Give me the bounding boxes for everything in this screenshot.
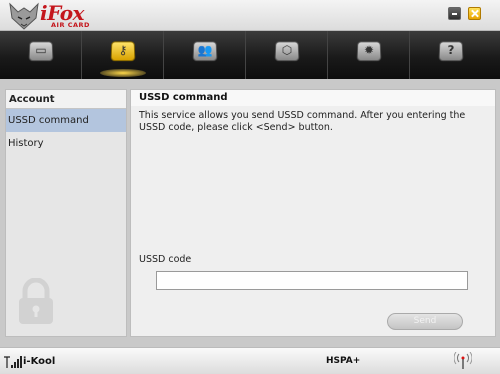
app-logo: iFox AIR CARD (6, 1, 98, 30)
contacts-icon: 👥 (192, 41, 218, 62)
fox-logo-icon (9, 2, 39, 30)
tab-ussd[interactable]: ⚷ (82, 31, 164, 79)
minimize-button[interactable] (448, 7, 461, 20)
status-bar: i-Kool HSPA+ (0, 347, 500, 374)
close-button[interactable] (468, 7, 481, 20)
antenna-icon (454, 352, 472, 369)
sidebar-item-history[interactable]: History (6, 132, 126, 155)
signal-strength-icon (4, 356, 22, 368)
ussd-code-label: USSD code (139, 254, 192, 265)
service-description: This service allows you send USSD comman… (139, 110, 466, 133)
main-content: USSD command This service allows you sen… (130, 89, 496, 337)
page-title: USSD command (131, 90, 495, 106)
lock-icon (19, 278, 53, 324)
tab-settings[interactable]: ✹ (328, 31, 410, 79)
monitor-icon: ▭ (28, 41, 54, 62)
send-button[interactable]: Send (387, 313, 463, 330)
tab-contacts[interactable]: 👥 (164, 31, 246, 79)
network-type: HSPA+ (326, 356, 361, 366)
box-icon: ⬡ (274, 41, 300, 62)
help-icon: ? (438, 41, 464, 62)
tab-help[interactable]: ? (410, 31, 492, 79)
main-toolbar: ▭ ⚷ 👥 ⬡ ✹ ? (0, 31, 500, 79)
logo-subtitle: AIR CARD (51, 21, 90, 29)
settings-icon: ✹ (356, 41, 382, 62)
ussd-code-input[interactable] (156, 271, 468, 290)
sidebar-item-ussd-command[interactable]: USSD command (6, 109, 126, 132)
sidebar-title: Account (6, 90, 126, 109)
operator-name: i-Kool (23, 356, 56, 367)
key-icon: ⚷ (110, 41, 136, 62)
tab-box[interactable]: ⬡ (246, 31, 328, 79)
title-bar: iFox AIR CARD (0, 0, 500, 31)
sidebar: Account USSD command History (5, 89, 127, 337)
tab-monitor[interactable]: ▭ (0, 31, 82, 79)
